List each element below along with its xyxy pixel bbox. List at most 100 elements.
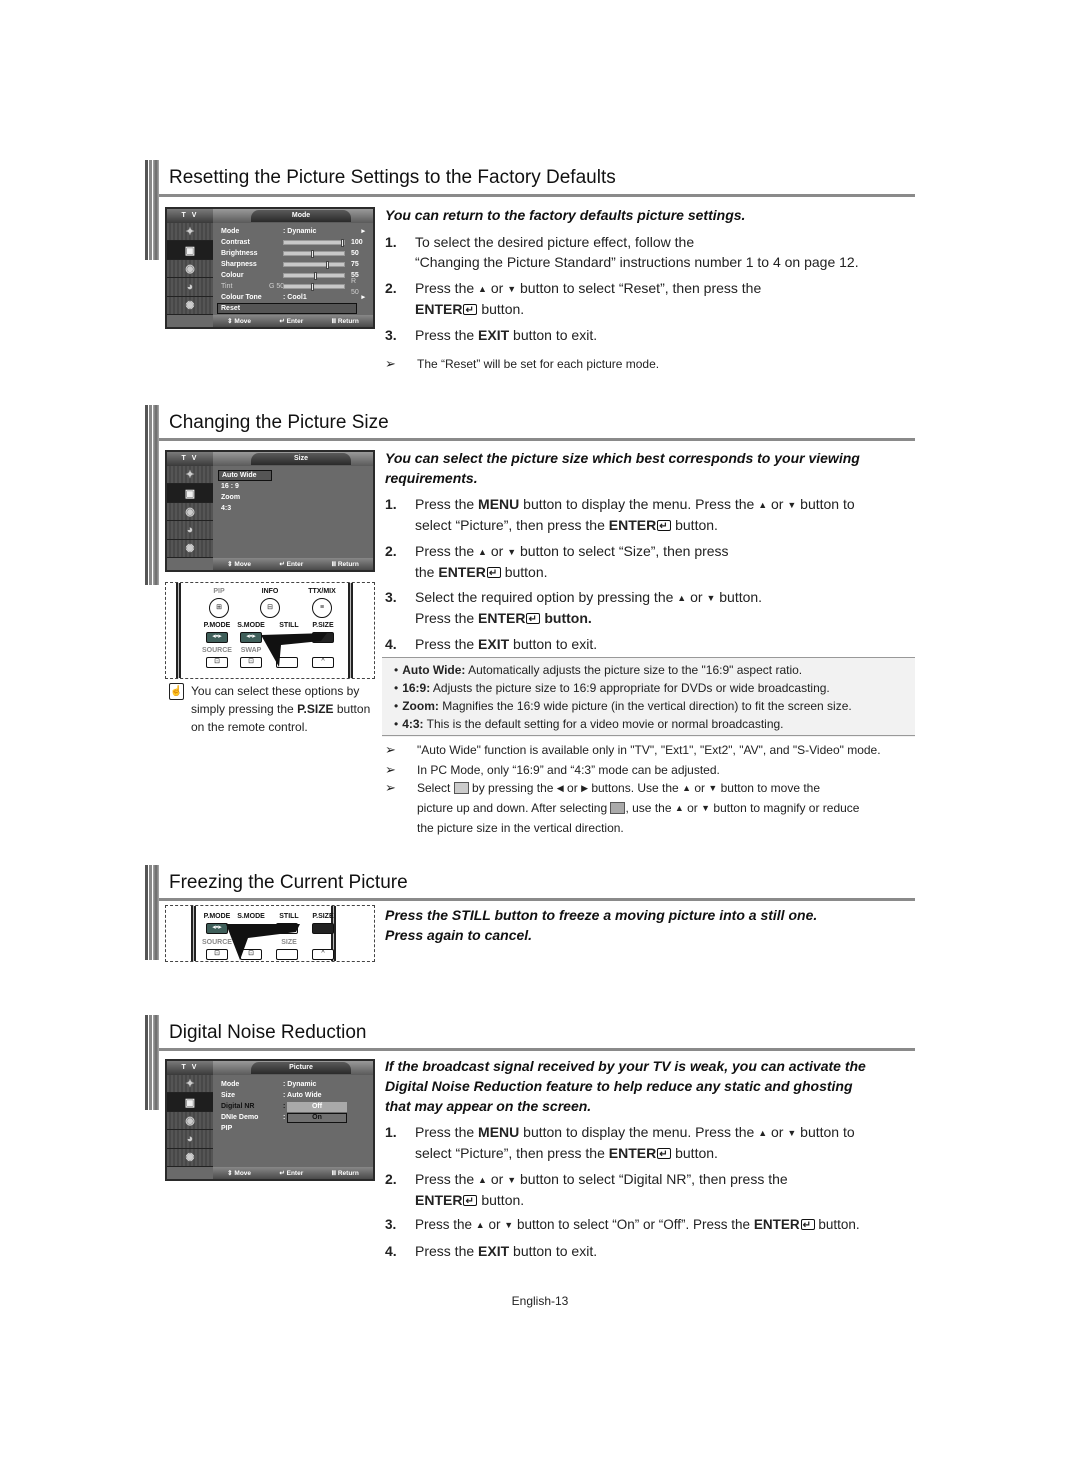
section-digital-noise-reduction: Digital Noise Reduction T V Picture ✦ ▣ ◉…: [145, 1015, 915, 1265]
osd-row-tint: Tint G 50 R 50: [221, 277, 359, 296]
section-picture-size: Changing the Picture Size T V Size ✦ ▣ ◉ …: [145, 405, 915, 845]
osd-option-16-9: 16 : 9: [221, 483, 239, 490]
list-item: 4:3: This is the default setting for a v…: [382, 715, 915, 733]
psize-button: [312, 923, 334, 934]
divider: [159, 1048, 915, 1051]
up-arrow-icon: ▲: [478, 284, 487, 294]
up-button: ^: [312, 949, 334, 960]
section-title: Freezing the Current Picture: [169, 872, 408, 893]
brightness-slider: [283, 250, 345, 258]
section-title: Changing the Picture Size: [169, 412, 389, 433]
divider: [382, 735, 915, 736]
info-button: ⊟: [260, 598, 280, 618]
channel-icon: ◕: [167, 278, 213, 297]
section-marker: [145, 865, 160, 960]
osd-row-mode: Mode: Dynamic: [221, 1081, 317, 1088]
osd-footer: ⇕ Move ↵ Enter Ⅲ Return: [213, 315, 373, 327]
osd-row-dnie-demo: DNIe Demo: On: [221, 1112, 365, 1123]
osd-row-sharpness: Sharpness 75: [221, 261, 359, 269]
sound-icon: ◉: [167, 502, 213, 522]
list-item: Zoom: Magnifies the 16:9 wide picture (i…: [382, 697, 915, 715]
section-lead: Press the STILL button to freeze a movin…: [385, 907, 818, 943]
enter-icon: [657, 1145, 672, 1165]
osd-tab: Mode: [251, 210, 351, 222]
sharpness-slider: [283, 261, 345, 269]
setup-icon: ✺: [167, 539, 213, 558]
page-number: English-13: [511, 1294, 569, 1308]
pointer-hand-icon: [226, 924, 300, 960]
source-button: ⊡: [206, 657, 228, 668]
pan-icon: [453, 782, 469, 794]
osd-sidebar: ✦ ▣ ◉ ◕ ✺: [167, 223, 213, 315]
osd-row-digital-nr: Digital NR: Off: [221, 1101, 365, 1112]
zoom-icon: [610, 802, 626, 814]
pmode-button: ◂▪▸: [206, 632, 228, 643]
remote-control-illustration: P.MODE S.MODE STILL P.SIZE ◂▪▸ SOURCE SI…: [165, 905, 375, 962]
input-icon: ✦: [167, 223, 213, 242]
osd-option-zoom: Zoom: [221, 494, 241, 501]
osd-row-brightness: Brightness 50: [221, 250, 359, 258]
tv-osd-mode-menu: T V Mode ✦ ▣ ◉ ◕ ✺ Mode: Dynamic ▸ Contras…: [165, 207, 375, 329]
osd-row-reset-selected: Reset: [217, 303, 357, 314]
input-icon: ✦: [167, 466, 213, 485]
enter-icon: [657, 517, 672, 537]
sound-icon: ◉: [167, 259, 213, 279]
picture-icon: ▣: [167, 241, 213, 260]
divider: [159, 194, 915, 197]
remote-control-illustration: PIP INFO TTX/MIX ⊞ ⊟ ≡ P.MODE S.MODE STI…: [165, 582, 375, 679]
pointer-hand-icon: [261, 633, 327, 667]
osd-row-size: Size: Auto Wide: [221, 1092, 322, 1099]
dropdown-option-off: Off: [287, 1101, 347, 1112]
section-marker: [145, 160, 160, 260]
section-title: Digital Noise Reduction: [169, 1022, 367, 1043]
picture-icon: ▣: [167, 1093, 213, 1112]
hand-icon: ☝: [169, 683, 184, 700]
tint-slider: [283, 283, 345, 291]
channel-icon: ◕: [167, 521, 213, 540]
enter-icon: [486, 564, 501, 584]
ttx-button: ≡: [312, 598, 332, 618]
enter-icon: [463, 301, 478, 321]
tv-osd-size-menu: T V Size ✦ ▣ ◉ ◕ ✺ Auto Wide 16 : 9 Zoom …: [165, 450, 375, 572]
osd-row-mode: Mode: Dynamic ▸: [221, 228, 365, 235]
divider: [159, 898, 915, 901]
colour-slider: [283, 272, 345, 280]
osd-row-colour: Colour 55: [221, 272, 359, 280]
setup-icon: ✺: [167, 296, 213, 315]
section-freeze: Freezing the Current Picture P.MODE S.MO…: [145, 865, 915, 975]
size-options-list: Auto Wide: Automatically adjusts the pic…: [382, 657, 915, 737]
source-button: ⊡: [206, 949, 228, 960]
osd-row-pip: PIP: [221, 1125, 233, 1132]
down-arrow-icon: ▼: [507, 284, 517, 294]
input-icon: ✦: [167, 1075, 213, 1094]
list-item: Auto Wide: Automatically adjusts the pic…: [382, 661, 915, 679]
section-marker: [145, 1015, 160, 1110]
section-reset: Resetting the Picture Settings to the Fa…: [145, 160, 915, 380]
section-lead: You can return to the factory defaults p…: [385, 207, 746, 223]
osd-row-contrast: Contrast 100: [221, 239, 363, 247]
enter-icon: [526, 610, 541, 630]
section-title: Resetting the Picture Settings to the Fa…: [169, 167, 616, 188]
picture-icon: ▣: [167, 484, 213, 503]
enter-icon: [463, 1192, 478, 1212]
pmode-button: ◂▪▸: [206, 923, 228, 934]
dropdown-option-on-selected: On: [287, 1112, 347, 1123]
smode-button: ◂▪▸: [240, 632, 262, 643]
enter-icon: [800, 1216, 815, 1236]
list-item: 16:9: Adjusts the picture size to 16:9 a…: [382, 679, 915, 697]
osd-option-auto-wide: Auto Wide: [218, 470, 272, 481]
osd-option-4-3: 4:3: [221, 505, 232, 512]
contrast-slider: [283, 239, 345, 247]
osd-row-colour-tone: Colour Tone: Cool1 ▸: [221, 294, 365, 301]
section-lead: If the broadcast signal received by your…: [385, 1058, 866, 1114]
swap-button: ⊡: [240, 657, 262, 668]
osd-tv-label: T V: [167, 209, 213, 223]
note-arrow-icon: ➢: [385, 356, 396, 371]
pip-button: ⊞: [209, 598, 229, 618]
tv-osd-picture-menu: T V Picture ✦ ▣ ◉ ◕ ✺ Mode: Dynamic Size:…: [165, 1059, 375, 1181]
channel-icon: ◕: [167, 1130, 213, 1149]
setup-icon: ✺: [167, 1148, 213, 1167]
section-lead: You can select the picture size which be…: [385, 450, 860, 486]
sound-icon: ◉: [167, 1111, 213, 1131]
section-marker: [145, 405, 160, 585]
